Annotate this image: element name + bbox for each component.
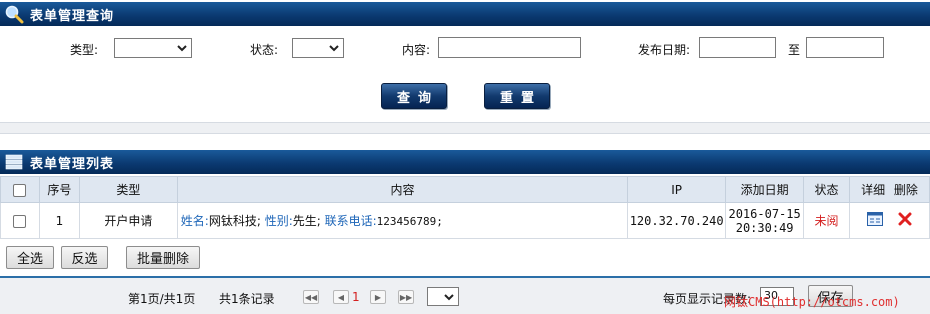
column-header: 类型 xyxy=(78,176,178,203)
prev-page-icon[interactable]: ◀ xyxy=(333,290,349,304)
column-header: IP xyxy=(627,176,727,203)
status-label: 状态: xyxy=(250,43,279,57)
row-checkbox[interactable] xyxy=(13,214,27,228)
row-content: 姓名:网钛科技; 性别:先生; 联系电话:123456789; xyxy=(176,202,629,239)
search-button[interactable]: 查询 xyxy=(381,83,447,109)
row-ip: 120.32.70.240 xyxy=(627,202,727,239)
column-header: 内容 xyxy=(176,176,629,203)
list-section-title: 表单管理列表 xyxy=(30,156,115,172)
section-divider xyxy=(0,122,930,134)
query-panel: 类型: 状态: 内容: 发布日期: 至 查询 重置 xyxy=(0,26,930,122)
form-management-page: 表单管理查询 类型: 状态: 内容: 发布日期: 至 查询 重置 表单管理列表 … xyxy=(0,0,930,314)
row-actions xyxy=(849,202,930,239)
row-date-time: 20:30:49 xyxy=(735,220,794,235)
row-date: 2016-07-15 20:30:49 xyxy=(725,202,805,239)
next-page-icon[interactable]: ▶ xyxy=(370,290,386,304)
content-key: 联系电话: xyxy=(324,214,377,228)
date-to-input[interactable] xyxy=(806,37,884,58)
table-row: 1 开户申请 姓名:网钛科技; 性别:先生; 联系电话:123456789; 1… xyxy=(0,202,930,239)
content-label: 内容: xyxy=(402,43,431,57)
magnifier-icon xyxy=(2,2,26,26)
list-section-header: 表单管理列表 xyxy=(0,150,930,174)
column-header: 序号 xyxy=(38,176,80,203)
red-x-icon[interactable] xyxy=(898,212,912,229)
type-label: 类型: xyxy=(70,43,99,57)
content-input[interactable] xyxy=(438,37,581,58)
content-value: 网钛科技; xyxy=(208,214,261,228)
content-value: 先生; xyxy=(292,214,321,228)
invert-selection-button[interactable]: 反选 xyxy=(61,246,108,269)
type-select[interactable] xyxy=(114,38,192,58)
last-page-icon[interactable]: ▶▶ xyxy=(398,290,414,304)
row-type: 开户申请 xyxy=(78,202,178,239)
column-header: 详细 xyxy=(861,183,886,197)
status-select[interactable] xyxy=(292,38,344,58)
query-section-header: 表单管理查询 xyxy=(0,2,930,26)
reset-button[interactable]: 重置 xyxy=(484,83,550,109)
detail-delete-header: 详细 删除 xyxy=(849,176,930,203)
watermark-text: 网钛CMS(http://otcms.com) xyxy=(724,295,900,309)
content-key: 姓名: xyxy=(180,214,209,228)
chevron-down-icon xyxy=(177,45,187,52)
content-value: 123456789; xyxy=(376,215,443,228)
select-all-button[interactable]: 全选 xyxy=(6,246,54,269)
date-label: 发布日期: xyxy=(638,43,691,57)
column-header: 删除 xyxy=(893,183,918,197)
row-select-cell[interactable] xyxy=(0,202,40,239)
total-records: 共1条记录 xyxy=(219,292,275,306)
chevron-down-icon xyxy=(444,294,454,301)
form-list-table: 序号 类型 内容 IP 添加日期 状态 详细 删除 1 开户申请 姓名:网钛科技… xyxy=(0,176,930,239)
page-info: 第1页/共1页 xyxy=(128,292,196,306)
detail-card-icon[interactable] xyxy=(866,212,883,229)
table-header-row: 序号 类型 内容 IP 添加日期 状态 详细 删除 xyxy=(0,176,930,203)
row-index: 1 xyxy=(38,202,80,239)
select-all-header[interactable] xyxy=(0,176,40,203)
column-header: 添加日期 xyxy=(725,176,805,203)
content-key: 性别: xyxy=(264,214,293,228)
first-page-icon[interactable]: ◀◀ xyxy=(303,290,319,304)
page-jump-select[interactable] xyxy=(427,287,459,306)
column-header: 状态 xyxy=(803,176,851,203)
query-section-title: 表单管理查询 xyxy=(30,8,115,24)
row-date-day: 2016-07-15 xyxy=(728,206,801,221)
batch-delete-button[interactable]: 批量删除 xyxy=(126,246,200,269)
select-all-checkbox[interactable] xyxy=(13,183,27,197)
current-page[interactable]: 1 xyxy=(352,290,360,304)
list-icon xyxy=(2,150,26,174)
date-from-input[interactable] xyxy=(699,37,776,58)
chevron-down-icon xyxy=(329,45,339,52)
date-to-label: 至 xyxy=(788,43,801,57)
row-status: 未阅 xyxy=(803,202,851,239)
